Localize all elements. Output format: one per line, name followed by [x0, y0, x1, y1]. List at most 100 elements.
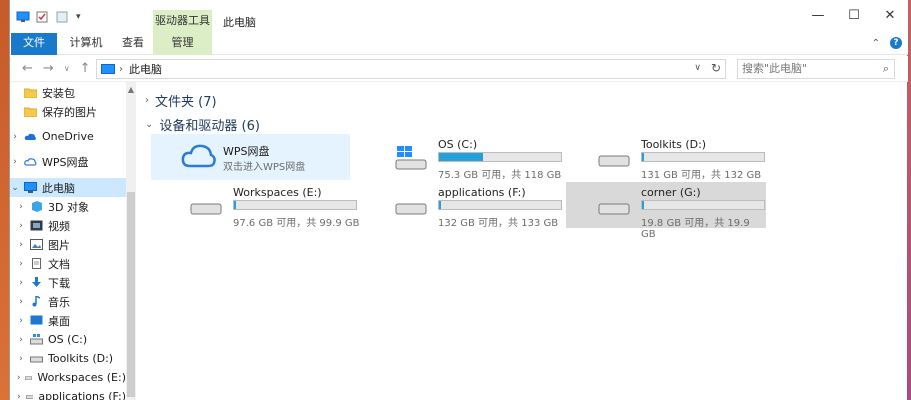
sidebar-item-drive-e[interactable]: › Workspaces (E:) [10, 368, 126, 387]
sidebar-scrollbar[interactable]: ▲ [126, 82, 136, 400]
drive-tile-f[interactable]: applications (F:) 132 GB 可用，共 133 GB [366, 182, 566, 229]
collapse-chevron-icon[interactable]: ⌄ [10, 183, 20, 193]
drive-icon [598, 155, 630, 167]
image-icon [30, 239, 43, 250]
tab-computer[interactable]: 计算机 [62, 33, 110, 55]
expand-chevron-icon[interactable]: › [16, 335, 26, 345]
drive-free-space: 131 GB 可用，共 132 GB [641, 170, 762, 181]
expand-chevron-icon[interactable]: › [16, 202, 26, 212]
folder-icon [24, 88, 37, 98]
wps-cloud-tile[interactable]: WPS网盘 双击进入WPS网盘 [151, 134, 350, 180]
search-icon[interactable]: ⌕ [883, 60, 889, 78]
music-icon [32, 296, 41, 307]
breadcrumb[interactable]: 此电脑 [129, 61, 162, 77]
properties-icon[interactable] [36, 11, 50, 23]
back-arrow-icon[interactable]: ← [22, 61, 33, 76]
address-bar[interactable]: › 此电脑 ∨ ↻ [96, 59, 726, 79]
cloud-icon [181, 144, 216, 168]
expand-chevron-icon[interactable]: › [16, 221, 26, 231]
sidebar-item-music[interactable]: › 音乐 [10, 292, 126, 311]
sidebar-item-wps-cloud[interactable]: › WPS网盘 [10, 152, 126, 171]
tab-manage[interactable]: 管理 [153, 33, 212, 55]
expand-chevron-icon[interactable]: › [16, 240, 26, 250]
quick-access-toolbar: ▾ [16, 11, 81, 23]
sidebar-item-drive-f[interactable]: › applications (F:) [10, 387, 126, 400]
sidebar-item-documents[interactable]: › 文档 [10, 254, 126, 273]
group-header-folders[interactable]: › 文件夹 (7) [145, 91, 217, 110]
expand-chevron-icon[interactable]: › [16, 316, 26, 326]
sidebar-item-this-pc[interactable]: ⌄ 此电脑 [10, 178, 126, 197]
customize-toolbar-icon[interactable]: ▾ [76, 12, 81, 22]
help-icon[interactable]: ? [890, 37, 902, 49]
sidebar-item-desktop[interactable]: › 桌面 [10, 311, 126, 330]
expand-chevron-icon[interactable]: › [10, 132, 20, 142]
drive-name: OS (C:) [438, 138, 478, 151]
search-input[interactable]: 搜索"此电脑" ⌕ [737, 59, 895, 79]
new-folder-icon[interactable] [56, 11, 70, 23]
address-dropdown-icon[interactable]: ∨ [694, 63, 701, 73]
expand-chevron-icon[interactable]: › [16, 278, 26, 288]
group-title: 文件夹 (7) [155, 95, 217, 110]
cloud-icon [24, 158, 37, 166]
sidebar-item-pictures[interactable]: › 图片 [10, 235, 126, 254]
minimize-button[interactable]: — [800, 8, 836, 23]
document-icon [32, 258, 41, 269]
address-row: ← → ∨ ↑ › 此电脑 ∨ ↻ 搜索"此电脑" ⌕ [10, 56, 908, 82]
drive-usage-bar [438, 200, 562, 210]
expand-chevron-icon[interactable]: › [10, 157, 20, 167]
sidebar-item-videos[interactable]: › 视频 [10, 216, 126, 235]
scrollbar-thumb[interactable] [127, 192, 135, 397]
windows-drive-icon [395, 146, 427, 170]
sidebar-item-drive-d[interactable]: › Toolkits (D:) [10, 349, 126, 368]
navigation-buttons: ← → ∨ ↑ [22, 61, 91, 76]
search-placeholder: 搜索"此电脑" [742, 62, 808, 75]
expand-chevron-icon[interactable]: › [16, 297, 26, 307]
expand-chevron-icon[interactable]: › [145, 95, 149, 106]
breadcrumb-separator-icon[interactable]: › [119, 64, 123, 75]
expand-chevron-icon[interactable]: › [16, 392, 22, 400]
drive-usage-bar [233, 200, 357, 210]
drive-name: corner (G:) [641, 186, 701, 199]
group-header-drives[interactable]: ⌄ 设备和驱动器 (6) [145, 115, 260, 134]
sidebar-item-saved-pictures[interactable]: 保存的图片 [10, 102, 126, 121]
drive-tile-d[interactable]: Toolkits (D:) 131 GB 可用，共 132 GB [569, 134, 769, 181]
refresh-icon[interactable]: ↻ [711, 61, 721, 75]
sidebar-item-downloads[interactable]: › 下载 [10, 273, 126, 292]
drive-name: applications (F:) [438, 186, 526, 199]
cube-icon [32, 201, 42, 212]
drive-tile-e[interactable]: Workspaces (E:) 97.6 GB 可用，共 99.9 GB [161, 182, 361, 229]
computer-icon [16, 11, 30, 23]
collapse-chevron-icon[interactable]: ⌄ [145, 119, 153, 130]
wps-name: WPS网盘 [223, 145, 270, 158]
windows-drive-icon [30, 334, 43, 345]
ribbon-right-controls: ⌃ ? [872, 37, 902, 49]
sidebar-item-installers[interactable]: 安装包 [10, 83, 126, 102]
sidebar-item-drive-c[interactable]: › OS (C:) [10, 330, 126, 349]
scroll-up-icon[interactable]: ▲ [126, 85, 136, 94]
collapse-ribbon-icon[interactable]: ⌃ [872, 38, 880, 49]
recent-locations-icon[interactable]: ∨ [64, 64, 70, 76]
close-button[interactable]: ✕ [872, 8, 908, 23]
up-arrow-icon[interactable]: ↑ [80, 61, 91, 76]
drive-tile-g[interactable]: corner (G:) 19.8 GB 可用，共 19.9 GB [566, 182, 766, 240]
drive-tile-c[interactable]: OS (C:) 75.3 GB 可用，共 118 GB [366, 134, 566, 181]
drive-usage-bar [641, 152, 765, 162]
expand-chevron-icon[interactable]: › [16, 354, 26, 364]
tab-file[interactable]: 文件 [11, 33, 57, 55]
drive-free-space: 75.3 GB 可用，共 118 GB [438, 170, 562, 181]
drive-free-space: 97.6 GB 可用，共 99.9 GB [233, 218, 360, 229]
drive-free-space: 19.8 GB 可用，共 19.9 GB [641, 218, 750, 240]
desktop-icon [30, 315, 43, 325]
tab-view[interactable]: 查看 [115, 33, 151, 55]
expand-chevron-icon[interactable]: › [16, 259, 26, 269]
drive-icon [30, 356, 43, 363]
maximize-button[interactable]: ☐ [836, 8, 872, 23]
expand-chevron-icon[interactable]: › [16, 373, 21, 383]
forward-arrow-icon[interactable]: → [43, 61, 54, 76]
wps-desc: 双击进入WPS网盘 [223, 162, 306, 173]
sidebar-item-onedrive[interactable]: › OneDrive [10, 127, 126, 146]
window-controls: — ☐ ✕ [800, 8, 908, 23]
title-bar: ▾ 驱动器工具 此电脑 — ☐ ✕ [10, 0, 908, 34]
sidebar-item-3d-objects[interactable]: › 3D 对象 [10, 197, 126, 216]
cloud-icon [24, 133, 36, 140]
